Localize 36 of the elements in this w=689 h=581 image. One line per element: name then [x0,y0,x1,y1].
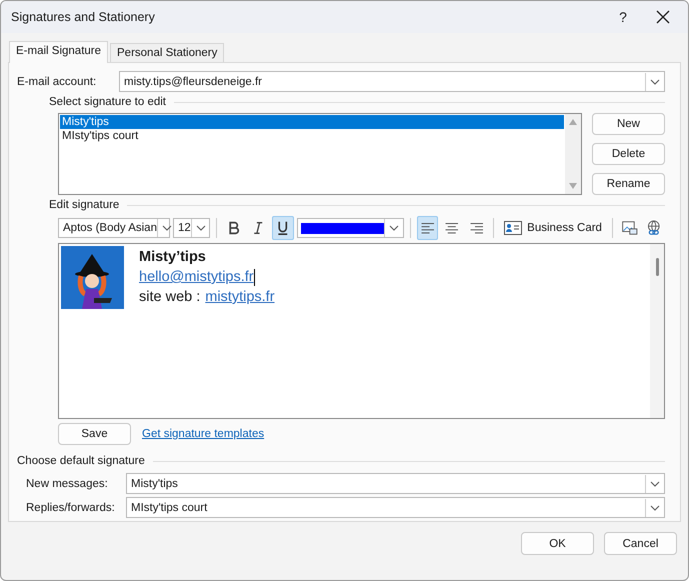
account-dropdown[interactable]: misty.tips@fleursdeneige.fr [119,71,665,92]
signature-action-button[interactable]: Rename [592,173,665,195]
signature-editor[interactable]: Misty’tips hello@mistytips.fr site web : mistytips.fr [58,243,665,419]
field-label: New messages: [25,478,109,490]
website-link[interactable]: mistytips.fr [205,287,275,307]
email-link[interactable]: hello@mistytips.fr [139,267,254,287]
underline-icon[interactable] [272,216,294,240]
field-label: Replies/forwards: [25,502,116,514]
window-title: Signatures and Stationery [11,10,156,24]
contact-card-icon [504,221,522,235]
tab[interactable]: E-mail Signature [9,41,108,63]
signature-item[interactable]: Misty'tips [60,115,564,129]
scrollbar[interactable] [650,244,664,418]
templates-link[interactable]: Get signature templates [142,428,264,440]
font-color-dropdown[interactable] [296,218,404,238]
signature-action-button[interactable]: New [592,113,665,135]
font-size-dropdown[interactable]: 12 [173,218,210,238]
signature-item[interactable]: MIsty'tips court [60,129,564,143]
dialog-button[interactable]: Cancel [604,532,677,555]
section-label: Select signature to edit [49,96,166,108]
section-label: Choose default signature [17,455,145,467]
help-button[interactable]: ? [600,8,646,26]
signature-action-button[interactable]: Delete [592,143,665,165]
dialog-button[interactable]: OK [521,532,594,555]
tab[interactable]: Personal Stationery [110,43,224,62]
close-icon[interactable] [656,10,670,24]
font-dropdown[interactable]: Aptos (Body Asian [58,218,170,238]
default-signature-dropdown[interactable]: Misty'tips [126,473,665,494]
account-label: E-mail account: [16,76,98,88]
signature-name: Misty’tips [139,248,207,267]
business-card-button[interactable]: Business Card [500,221,606,235]
website-label: site web : [139,288,200,307]
align-left-icon[interactable] [416,216,438,240]
section-label: Edit signature [49,199,120,211]
default-signature-dropdown[interactable]: MIsty'tips court [126,497,665,518]
save-button[interactable]: Save [58,423,131,445]
